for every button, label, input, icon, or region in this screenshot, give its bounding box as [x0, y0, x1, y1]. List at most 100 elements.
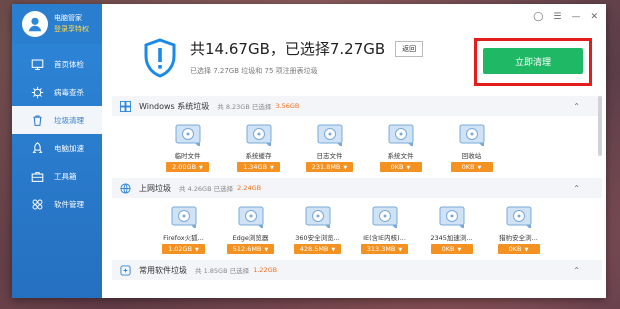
menu-icon[interactable]: ☰	[553, 12, 561, 22]
junk-item-label: 360安全浏览...	[295, 234, 340, 242]
junk-item[interactable]: IE(含IE内核)... 313.3MB ▼	[357, 205, 412, 254]
toolbox-icon	[30, 169, 44, 183]
sidebar-item-label: 工具箱	[54, 171, 77, 181]
junk-item[interactable]: 猎豹安全浏... 0KB ▼	[491, 205, 546, 254]
user-icon	[28, 17, 42, 32]
profile-name: 电脑管家	[54, 14, 82, 22]
size-dropdown[interactable]: 0KB ▼	[450, 162, 493, 172]
junk-item[interactable]: Edge浏览器 512.6MB ▼	[223, 205, 278, 254]
virus-icon	[30, 85, 44, 99]
disk-icon	[315, 123, 345, 147]
junk-item[interactable]: 系统文件 0KB ▼	[373, 123, 428, 172]
section-internet-junk[interactable]: 上网垃圾 共 4.26GB 已选择 2.24GB ⌃	[112, 178, 602, 198]
size-dropdown[interactable]: 512.6MB ▼	[226, 244, 275, 254]
chevron-down-icon: ▼	[343, 165, 348, 171]
size-dropdown[interactable]: 1.34GB ▼	[237, 162, 280, 172]
scan-summary: 共14.67GB，已选择7.27GB 返回 已选择 7.27GB 垃圾和 75 …	[142, 38, 424, 78]
chevron-down-icon: ▼	[398, 247, 403, 253]
rocket-icon	[30, 141, 44, 155]
size-value: 512.6MB	[232, 245, 262, 253]
size-dropdown[interactable]: 0KB ▼	[497, 244, 540, 254]
login-link[interactable]: 登录享特权	[54, 24, 89, 35]
size-dropdown[interactable]: 0KB ▼	[379, 162, 422, 172]
junk-item[interactable]: 2345加速浏... 0KB ▼	[424, 205, 479, 254]
chevron-up-icon[interactable]: ⌃	[573, 184, 580, 193]
sidebar-item-toolbox[interactable]: 工具箱	[12, 162, 102, 190]
shield-warning-icon	[144, 38, 176, 78]
disk-icon	[169, 205, 199, 229]
summary-title: 共14.67GB，已选择7.27GB	[190, 40, 386, 58]
disk-icon	[437, 205, 467, 229]
chevron-up-icon[interactable]: ⌃	[573, 102, 580, 111]
junk-item-label: 2345加速浏...	[430, 234, 473, 242]
junk-item-label: Edge浏览器	[232, 234, 269, 242]
size-dropdown[interactable]: 313.3MB ▼	[360, 244, 409, 254]
junk-item[interactable]: 回收站 0KB ▼	[444, 123, 499, 172]
chevron-down-icon: ▼	[477, 165, 482, 171]
sidebar-item-virus-scan[interactable]: 病毒查杀	[12, 78, 102, 106]
size-dropdown[interactable]: 1.02GB ▼	[162, 244, 205, 254]
sidebar-item-junk-clean[interactable]: 垃圾清理	[12, 106, 102, 134]
back-button[interactable]: 返回	[395, 40, 424, 57]
section-total: 共 4.26GB 已选择	[179, 185, 234, 193]
section-items: Firefox火狐... 1.02GB ▼ Edge浏览器 512.6MB ▼ 36…	[112, 198, 602, 260]
chevron-up-icon[interactable]: ⌃	[573, 266, 580, 275]
minimize-icon[interactable]: —	[571, 12, 580, 22]
chevron-down-icon: ▼	[270, 165, 274, 171]
sidebar-nav: 首页体检 病毒查杀 垃圾清理 电脑加速 工具箱 软件管理	[12, 50, 102, 218]
section-title: Windows 系统垃圾	[139, 101, 210, 111]
section-software-junk[interactable]: 常用软件垃圾 共 1.85GB 已选择 1.22GB ⌃	[112, 260, 602, 280]
size-value: 0KB	[461, 163, 475, 171]
window-controls: ◯ ☰ — ✕	[533, 12, 598, 22]
chevron-down-icon: ▼	[406, 165, 411, 171]
junk-item[interactable]: 系统缓存 1.34GB ▼	[231, 123, 286, 172]
chevron-down-icon: ▼	[199, 165, 203, 171]
chevron-down-icon: ▼	[524, 247, 529, 253]
apps-icon	[30, 197, 44, 211]
disk-icon	[236, 205, 266, 229]
section-selected: 1.22GB	[253, 266, 278, 274]
chevron-down-icon: ▼	[195, 247, 199, 253]
size-dropdown[interactable]: 231.8MB ▼	[305, 162, 354, 172]
size-dropdown[interactable]: 2.00GB ▼	[166, 162, 209, 172]
scrollbar[interactable]	[598, 96, 602, 156]
disk-icon	[370, 205, 400, 229]
size-value: 313.3MB	[366, 245, 396, 253]
junk-item[interactable]: 临时文件 2.00GB ▼	[160, 123, 215, 172]
disk-icon	[386, 123, 416, 147]
junk-item-label: Firefox火狐...	[163, 234, 204, 242]
sidebar-item-speedup[interactable]: 电脑加速	[12, 134, 102, 162]
sidebar-item-home-check[interactable]: 首页体检	[12, 50, 102, 78]
size-value: 1.02GB	[168, 245, 193, 253]
size-dropdown[interactable]: 0KB ▼	[430, 244, 473, 254]
section-windows-junk[interactable]: Windows 系统垃圾 共 8.23GB 已选择 3.56GB ⌃	[112, 96, 602, 116]
sidebar-item-label: 软件管理	[54, 199, 84, 209]
section-title: 上网垃圾	[139, 183, 171, 193]
sidebar-item-software[interactable]: 软件管理	[12, 190, 102, 218]
disk-icon	[457, 123, 487, 147]
skin-icon[interactable]: ◯	[533, 12, 543, 22]
profile-area[interactable]: 电脑管家 登录享特权	[12, 4, 102, 44]
junk-item[interactable]: Firefox火狐... 1.02GB ▼	[156, 205, 211, 254]
section-items: 临时文件 2.00GB ▼ 系统缓存 1.34GB ▼ 日志文件 231.8MB ▼ …	[112, 116, 602, 178]
clean-now-button[interactable]: 立即清理	[483, 48, 583, 74]
section-selected: 3.56GB	[275, 102, 300, 110]
avatar[interactable]	[22, 11, 48, 37]
section-total: 共 8.23GB 已选择	[217, 103, 272, 111]
junk-list: Windows 系统垃圾 共 8.23GB 已选择 3.56GB ⌃ 临时文件 …	[112, 96, 602, 298]
windows-icon	[120, 100, 131, 112]
junk-item[interactable]: 日志文件 231.8MB ▼	[302, 123, 357, 172]
size-dropdown[interactable]: 428.5MB ▼	[293, 244, 342, 254]
close-icon[interactable]: ✕	[590, 12, 598, 22]
junk-item-label: 系统缓存	[245, 152, 272, 160]
sidebar-item-label: 病毒查杀	[54, 87, 84, 97]
chevron-down-icon: ▼	[331, 247, 336, 253]
sidebar-item-label: 电脑加速	[54, 143, 84, 153]
section-total: 共 1.85GB 已选择	[195, 267, 250, 275]
junk-item-label: 日志文件	[316, 152, 343, 160]
junk-item-label: 临时文件	[174, 152, 201, 160]
junk-item-label: 系统文件	[387, 152, 414, 160]
size-value: 0KB	[508, 245, 522, 253]
main-panel: ◯ ☰ — ✕ 共14.67GB，已选择7.27GB 返回 已选择 7.27GB…	[102, 4, 606, 298]
junk-item[interactable]: 360安全浏览... 428.5MB ▼	[290, 205, 345, 254]
